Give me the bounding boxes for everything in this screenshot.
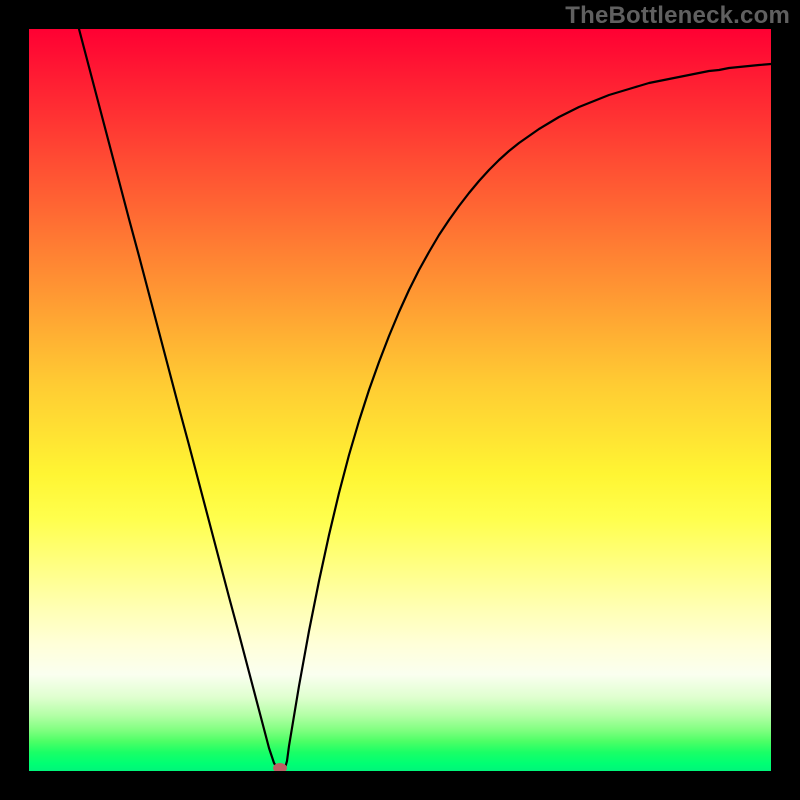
bottleneck-curve (79, 29, 771, 771)
plot-area (29, 29, 771, 771)
watermark-text: TheBottleneck.com (565, 2, 790, 30)
optimal-point-marker (273, 763, 287, 771)
curve-layer (29, 29, 771, 771)
chart-frame: TheBottleneck.com (0, 0, 800, 800)
